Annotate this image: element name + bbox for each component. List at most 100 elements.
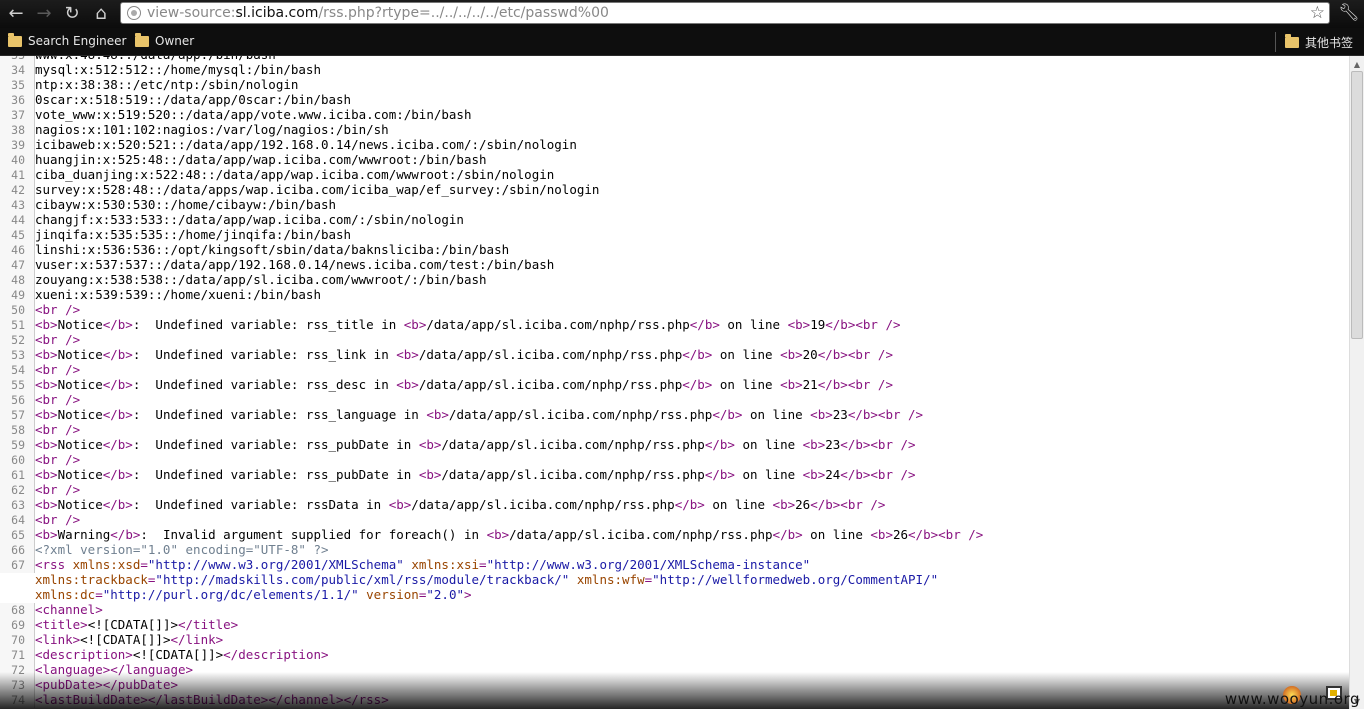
code-token: "http://www.w3.org/2001/XMLSchema" — [147, 557, 404, 572]
line-code: xmlns:trackback = "http://madskills.com/pu… — [35, 572, 938, 587]
code-token: <br /> — [35, 422, 81, 437]
code-token: <![CDATA[]]> — [132, 647, 224, 662]
line-code: <br /> — [35, 332, 80, 347]
line-number: 47 — [0, 258, 35, 273]
code-token: <b> — [802, 467, 826, 482]
code-token: /data/app/sl.iciba.com/nphp/rss.php — [426, 317, 690, 332]
code-token: > — [464, 587, 472, 602]
page-icon — [127, 6, 141, 20]
code-token: xmlns:trackback — [35, 572, 148, 587]
wrench-menu-icon[interactable]: 🔧︎ — [1337, 1, 1361, 25]
code-token: </b> — [682, 347, 713, 362]
code-token: icibaweb:x:520:521::/data/app/192.168.0.… — [35, 137, 577, 152]
line-code: xmlns:dc="http://purl.org/dc/elements/1.… — [35, 587, 472, 602]
code-token: <b> — [426, 407, 449, 422]
code-token: </title> — [178, 617, 239, 632]
code-token: zouyang:x:538:538::/data/app/sl.iciba.co… — [35, 272, 487, 287]
source-line: 65 <b>Warning</b>: Invalid argument suppl… — [0, 527, 1349, 543]
code-token: 20 — [802, 347, 818, 362]
line-number: 49 — [0, 288, 35, 303]
code-token: 23 — [825, 437, 841, 452]
code-token: changjf:x:533:533::/data/app/wap.iciba.c… — [35, 212, 464, 227]
source-line: 54 <br /> — [0, 362, 1349, 378]
scroll-up-arrow-icon[interactable]: ▲ — [1350, 57, 1364, 71]
code-token: <br /> — [938, 527, 984, 542]
source-line: 73 <pubDate></pubDate> — [0, 677, 1349, 693]
code-token: <br /> — [870, 437, 916, 452]
folder-icon — [8, 32, 22, 47]
code-token: xmlns:dc — [35, 587, 96, 602]
line-code: ntp:x:38:38::/etc/ntp:/sbin/nologin — [35, 77, 298, 92]
code-token: 24 — [825, 467, 841, 482]
source-line: 49 xueni:x:539:539::/home/xueni:/bin/bash — [0, 287, 1349, 303]
bookmarks-divider — [1275, 32, 1276, 52]
line-code: vuser:x:537:537::/data/app/192.168.0.14/… — [35, 257, 554, 272]
code-token: <b> — [396, 347, 419, 362]
line-number: 62 — [0, 483, 35, 498]
code-token: : Undefined variable: rss_desc in — [132, 377, 397, 392]
bookmark-folder-other[interactable]: 其他书签 — [1285, 34, 1353, 51]
code-token: <br /> — [870, 467, 916, 482]
folder-icon — [135, 32, 149, 47]
code-token: Notice — [57, 347, 103, 362]
line-code: <link><![CDATA[]]></link> — [35, 632, 223, 647]
code-token: <b> — [870, 527, 893, 542]
code-token: 21 — [802, 377, 818, 392]
code-token: <br /> — [35, 512, 81, 527]
bookmark-star-icon[interactable]: ☆ — [1310, 3, 1325, 23]
code-token: <?xml version="1.0" encoding="UTF-8" ?> — [35, 542, 329, 557]
back-button[interactable]: ← — [3, 1, 29, 25]
line-number: 56 — [0, 393, 35, 408]
source-line: 46 linshi:x:536:536::/opt/kingsoft/sbin/d… — [0, 242, 1349, 258]
code-token: 19 — [810, 317, 826, 332]
code-token: mysql:x:512:512::/home/mysql:/bin/bash — [35, 62, 321, 77]
source-line: 60 <br /> — [0, 452, 1349, 468]
code-token: <b> — [403, 317, 427, 332]
code-token: <b> — [486, 527, 510, 542]
source-line: 52 <br /> — [0, 332, 1349, 348]
forward-button[interactable]: → — [31, 1, 57, 25]
code-token: = — [479, 557, 487, 572]
code-token: <b> — [810, 407, 833, 422]
code-token: <b> — [418, 437, 442, 452]
line-number: 68 — [0, 603, 35, 618]
code-token: </b> — [102, 407, 133, 422]
code-token: </b> — [908, 527, 939, 542]
code-token: Notice — [57, 467, 103, 482]
line-code: jinqifa:x:535:535::/home/jinqifa:/bin/ba… — [35, 227, 351, 242]
source-line: 35 ntp:x:38:38::/etc/ntp:/sbin/nologin — [0, 77, 1349, 93]
line-code: <b>Notice</b>: Undefined variable: rss_p… — [35, 437, 916, 452]
line-code: <br /> — [35, 362, 80, 377]
line-number: 69 — [0, 618, 35, 633]
line-number: 57 — [0, 408, 35, 423]
source-line: 72 <language></language> — [0, 662, 1349, 678]
code-token: <br /> — [847, 377, 893, 392]
reload-button[interactable]: ↻ — [59, 1, 85, 25]
code-token: </b> — [825, 317, 856, 332]
bookmark-folder-search-engineer[interactable]: Search Engineer — [8, 32, 126, 48]
code-token: = — [95, 587, 103, 602]
code-token: <b> — [35, 377, 58, 392]
code-token: nagios:x:101:102:nagios:/var/log/nagios:… — [35, 122, 389, 137]
line-code: 0scar:x:518:519::/data/app/0scar:/bin/ba… — [35, 92, 351, 107]
source-line: 62 <br /> — [0, 482, 1349, 498]
home-button[interactable]: ⌂ — [88, 1, 114, 25]
bookmark-folder-owner[interactable]: Owner — [135, 32, 194, 48]
bookmarks-bar: Search Engineer Owner 其他书签 — [0, 28, 1364, 56]
folder-icon — [1285, 34, 1299, 48]
code-token: <b> — [802, 437, 826, 452]
source-line: xmlns:dc="http://purl.org/dc/elements/1.… — [0, 587, 1349, 602]
code-token: 0scar:x:518:519::/data/app/0scar:/bin/ba… — [35, 92, 352, 107]
code-token: on line — [712, 347, 781, 362]
line-number: 46 — [0, 243, 35, 258]
line-code: <b>Notice</b>: Undefined variable: rss_l… — [35, 407, 923, 422]
code-token: <b> — [787, 317, 811, 332]
scrollbar-thumb[interactable] — [1351, 71, 1363, 339]
code-token: Notice — [57, 377, 103, 392]
address-bar[interactable]: view-source:sl.iciba.com/rss.php?rtype=.… — [120, 2, 1330, 24]
view-source-content[interactable]: 33www:x:48:48::/data/app:/bin/bash34mysq… — [0, 56, 1349, 709]
vertical-scrollbar[interactable]: ▲ ▼ — [1349, 56, 1364, 709]
line-code: <pubDate></pubDate> — [35, 677, 178, 692]
source-line: 56 <br /> — [0, 392, 1349, 408]
source-line: 67 <rss xmlns:xsd="http://www.w3.org/2001… — [0, 557, 1349, 573]
